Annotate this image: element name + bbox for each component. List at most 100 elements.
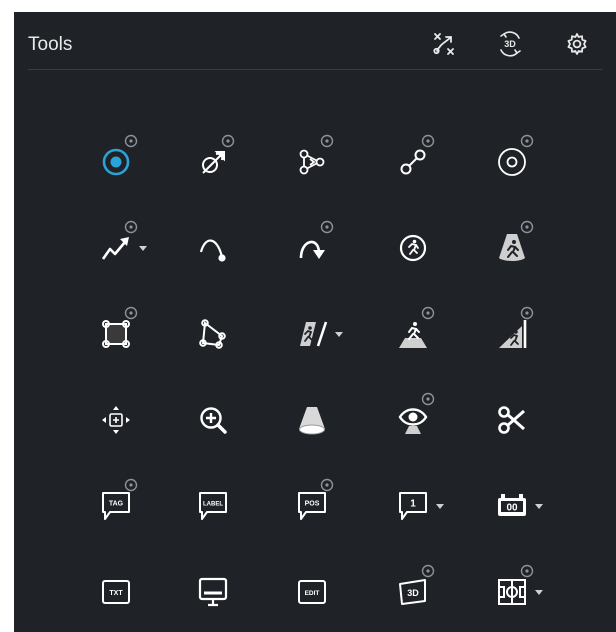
3d-text-tool[interactable]: 3D [375,562,445,618]
move-tool[interactable] [78,390,148,446]
screen-tool[interactable] [175,562,245,618]
player-spotlight-tool[interactable] [474,218,544,274]
polygon-area-tool[interactable] [175,304,245,360]
chevron-down-icon[interactable] [534,502,544,510]
panel-header: Tools 3D [14,12,616,70]
add-variant-icon[interactable] [520,220,534,234]
svg-text:3D: 3D [504,39,516,49]
text-box-icon: TXT [100,576,132,608]
tool-grid: TAG LABEL POS 1 00 TXT EDIT 3D [14,70,616,630]
add-variant-icon[interactable] [124,306,138,320]
chevron-down-icon[interactable] [534,588,544,596]
monitor-icon [197,576,229,608]
target-circle-icon [100,146,132,178]
number-bubble-icon: 1 [397,490,429,522]
freehand-arrow-tool[interactable] [78,218,148,274]
3d-box-icon: 3D [397,576,429,608]
number-tool-label: 1 [410,499,416,510]
edit-tool-label: EDIT [305,590,320,597]
player-circle-tool[interactable] [375,218,445,274]
edit-box-icon: EDIT [296,576,328,608]
add-variant-icon[interactable] [221,134,235,148]
ring-icon [496,146,528,178]
spotlight-point-tool[interactable] [78,132,148,188]
rotate-3d-button[interactable]: 3D [492,26,528,62]
number-tool[interactable]: 1 [375,476,445,532]
add-variant-icon[interactable] [320,220,334,234]
panel-title: Tools [28,34,73,55]
move-cross-icon [100,404,132,436]
player-ramp-tool[interactable] [474,304,544,360]
curved-arrow-tool[interactable] [274,218,344,274]
field-icon [496,576,528,608]
curve-icon [197,232,229,264]
tools-panel: Tools 3D TAG LABEL POS 1 00 TXT EDIT 3D [14,12,616,632]
rectangle-nodes-icon [100,318,132,350]
tactical-lines-icon [431,31,457,57]
runner-floor-icon [397,318,429,350]
link-tool[interactable] [375,132,445,188]
scoreboard-icon: 00 [496,490,528,522]
vision-tool[interactable] [375,390,445,446]
polygon-icon [197,318,229,350]
add-variant-icon[interactable] [124,220,138,234]
scissors-icon [496,404,528,436]
label-tool[interactable]: LABEL [175,476,245,532]
player-connection-tool[interactable] [274,132,344,188]
runner-circle-icon [397,232,429,264]
zoom-tool[interactable] [175,390,245,446]
add-variant-icon[interactable] [520,306,534,320]
tag-tool[interactable]: TAG [78,476,148,532]
edit-tool[interactable]: EDIT [274,562,344,618]
label-tool-label: LABEL [203,502,223,508]
add-variant-icon[interactable] [320,478,334,492]
arrow-circle-tool[interactable] [175,132,245,188]
player-floor-tool[interactable] [375,304,445,360]
tactical-lines-button[interactable] [426,26,462,62]
runner-wall-icon [296,318,328,350]
zoom-in-icon [197,404,229,436]
link-icon [397,146,429,178]
player-wall-tool[interactable] [274,304,344,360]
add-variant-icon[interactable] [124,478,138,492]
add-variant-icon[interactable] [421,134,435,148]
add-variant-icon[interactable] [421,306,435,320]
spotlight-cone-tool[interactable] [274,390,344,446]
gear-icon [565,32,589,56]
chevron-down-icon[interactable] [138,244,148,252]
circle-arrow-icon [197,146,229,178]
add-variant-icon[interactable] [421,392,435,406]
tag-bubble-icon: TAG [100,490,132,522]
ring-tool[interactable] [474,132,544,188]
scoreboard-tool-label: 00 [506,503,518,514]
chevron-down-icon[interactable] [435,502,445,510]
label-bubble-icon: LABEL [197,490,229,522]
rectangle-area-tool[interactable] [78,304,148,360]
cut-tool[interactable] [474,390,544,446]
chevron-down-icon[interactable] [334,330,344,338]
triangle-connect-icon [296,146,328,178]
settings-button[interactable] [559,26,595,62]
zigzag-arrow-icon [100,232,132,264]
spotlight-cone-icon [296,404,328,436]
rotate-3d-icon: 3D [495,29,525,59]
pos-tool-label: POS [305,501,320,508]
text-tool-label: TXT [109,590,123,597]
add-variant-icon[interactable] [520,134,534,148]
pos-bubble-icon: POS [296,490,328,522]
field-tool[interactable] [474,562,544,618]
3d-text-tool-label: 3D [407,588,419,598]
add-variant-icon[interactable] [421,564,435,578]
tag-tool-label: TAG [109,501,124,508]
add-variant-icon[interactable] [320,134,334,148]
add-variant-icon[interactable] [520,564,534,578]
pos-tool[interactable]: POS [274,476,344,532]
add-variant-icon[interactable] [124,134,138,148]
curved-arrow-icon [296,232,328,264]
runner-spotlight-icon [496,232,528,264]
scoreboard-tool[interactable]: 00 [474,476,544,532]
text-tool[interactable]: TXT [78,562,148,618]
curve-tool[interactable] [175,218,245,274]
runner-ramp-icon [496,318,528,350]
eye-icon [397,404,429,436]
